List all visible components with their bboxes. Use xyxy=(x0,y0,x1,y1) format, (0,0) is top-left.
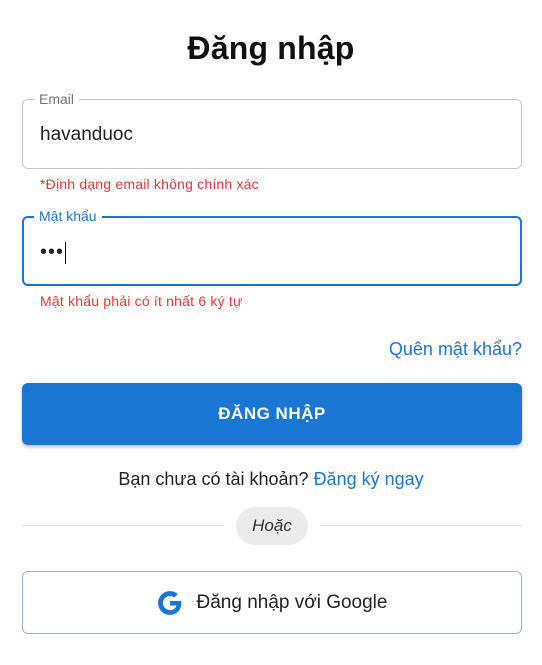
page-title: Đăng nhập xyxy=(187,30,355,66)
email-label: Email xyxy=(34,91,80,107)
password-dots: ••• xyxy=(40,241,65,263)
google-login-button[interactable]: Đăng nhập với Google xyxy=(22,571,522,634)
email-value: havanduoc xyxy=(40,124,133,145)
google-login-label: Đăng nhập với Google xyxy=(196,591,388,613)
forgot-password-link[interactable]: Quên mật khẩu? xyxy=(389,339,522,360)
google-g-icon xyxy=(157,590,181,615)
text-caret xyxy=(65,241,67,264)
login-button[interactable]: ĐĂNG NHẬP xyxy=(22,383,522,445)
signup-prompt: Bạn chưa có tài khoản? xyxy=(118,469,309,489)
signup-row: Bạn chưa có tài khoản? Đăng ký ngay xyxy=(0,469,542,490)
divider-right xyxy=(320,525,522,526)
signup-link[interactable]: Đăng ký ngay xyxy=(314,469,424,489)
password-value: ••• xyxy=(40,241,67,264)
password-error: Mật khẩu phải có ít nhất 6 ký tự xyxy=(40,293,243,309)
divider-left xyxy=(22,525,224,526)
password-field[interactable]: Mật khẩu ••• xyxy=(22,208,522,286)
or-divider-chip: Hoặc xyxy=(236,507,308,545)
email-field[interactable]: Email havanduoc xyxy=(22,91,522,169)
password-label: Mật khẩu xyxy=(34,208,102,224)
email-error: *Định dạng email không chính xác xyxy=(40,176,259,192)
